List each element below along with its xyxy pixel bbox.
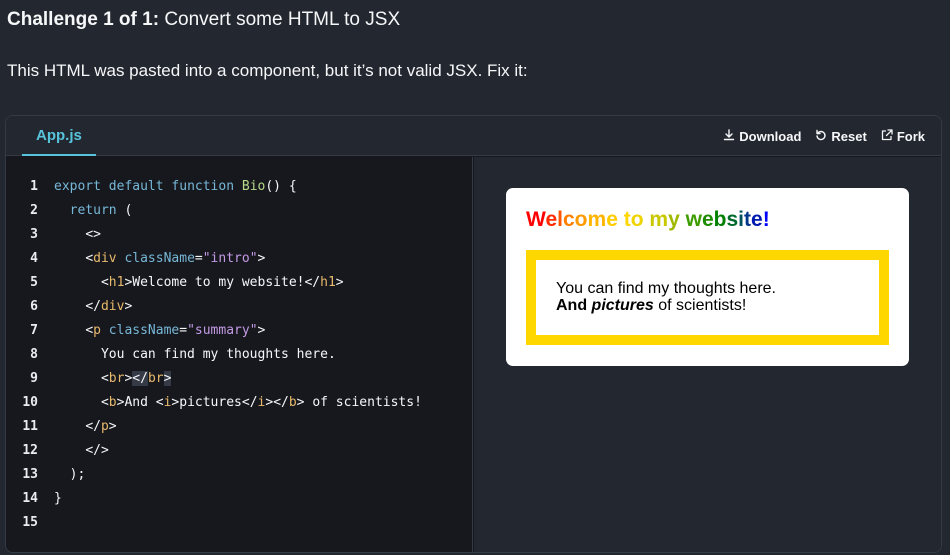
summary-and: And: [556, 297, 592, 314]
line-number: 3: [30, 226, 38, 242]
code-text: }: [54, 490, 62, 506]
reset-label: Reset: [831, 128, 867, 144]
code-line: 7 <p className="summary">: [6, 318, 472, 342]
heading-char: y: [668, 208, 680, 231]
summary-line-1: You can find my thoughts here.: [556, 280, 776, 297]
code-editor[interactable]: 1 export default function Bio() { 2 retu…: [6, 157, 473, 552]
reset-icon: [815, 129, 827, 144]
code-text: export default function Bio() {: [54, 178, 297, 194]
heading-char: b: [713, 208, 727, 231]
line-number: 4: [30, 250, 38, 266]
code-text: You can find my thoughts here.: [100, 346, 336, 362]
line-number: 2: [30, 202, 38, 218]
code-line: 3 <>: [6, 222, 472, 246]
challenge-prefix: Challenge 1 of 1:: [7, 9, 160, 30]
code-line: 11 </p>: [6, 414, 472, 438]
download-label: Download: [739, 128, 802, 144]
preview-heading: Welcome to my website!: [526, 208, 770, 232]
download-icon: [723, 128, 735, 144]
code-line: 9 <br></br>: [6, 366, 472, 390]
code-line: 1 export default function Bio() {: [6, 174, 472, 198]
line-number: 6: [30, 298, 38, 314]
fork-button[interactable]: Fork: [881, 129, 925, 144]
preview-card: Welcome to my website! You can find my t…: [506, 188, 909, 366]
reset-button[interactable]: Reset: [815, 128, 867, 144]
code-line: 14 }: [6, 486, 472, 510]
heading-char: s: [726, 208, 739, 231]
heading-char: o: [630, 208, 644, 231]
preview-pane: Welcome to my website! You can find my t…: [474, 157, 941, 552]
heading-char: t: [744, 208, 751, 231]
code-line: 10 <b>And <i>pictures</i></b> of scienti…: [6, 390, 472, 414]
line-number: 11: [22, 418, 38, 434]
code-sandbox: App.js Download Reset Fork 1 export defa…: [5, 115, 942, 553]
line-number: 8: [30, 346, 38, 362]
code-text: <p className="summary">: [85, 322, 266, 338]
sandbox-tabbar: App.js Download Reset Fork: [6, 116, 941, 156]
line-number: 10: [22, 394, 38, 410]
challenge-description: This HTML was pasted into a component, b…: [7, 61, 528, 80]
heading-char: m: [587, 208, 607, 231]
tab-app-js[interactable]: App.js: [22, 116, 96, 156]
heading-char: !: [762, 208, 770, 231]
line-number: 15: [22, 514, 38, 530]
code-text: <>: [85, 226, 101, 242]
heading-char: t: [623, 208, 631, 231]
heading-char: c: [562, 208, 575, 231]
line-number: 14: [22, 490, 38, 506]
code-line: 2 return (: [6, 198, 472, 222]
code-text: <br></br>: [100, 370, 172, 386]
line-number: 12: [22, 442, 38, 458]
code-line: 6 </div>: [6, 294, 472, 318]
code-line: 4 <div className="intro">: [6, 246, 472, 270]
heading-char: o: [574, 208, 588, 231]
code-text: <div className="intro">: [85, 250, 266, 266]
heading-char: e: [701, 208, 714, 231]
challenge-title: Challenge 1 of 1: Convert some HTML to J…: [7, 9, 400, 31]
code-line: 12 </>: [6, 438, 472, 462]
heading-char: W: [526, 208, 546, 231]
line-number: 5: [30, 274, 38, 290]
external-link-icon: [881, 128, 893, 144]
sandbox-actions: Download Reset Fork: [723, 116, 925, 156]
heading-char: m: [649, 208, 669, 231]
code-line: 8 You can find my thoughts here.: [6, 342, 472, 366]
download-button[interactable]: Download: [723, 129, 801, 144]
code-text: return (: [69, 202, 133, 218]
summary-rest: of scientists!: [653, 297, 747, 314]
code-text: </>: [85, 442, 109, 458]
summary-line-2: And pictures of scientists!: [556, 297, 859, 314]
summary-pictures: pictures: [591, 297, 654, 314]
heading-char: w: [685, 208, 702, 231]
line-number: 1: [30, 178, 38, 194]
heading-char: e: [606, 208, 618, 231]
code-line: 5 <h1>Welcome to my website!</h1>: [6, 270, 472, 294]
fork-label: Fork: [896, 128, 925, 144]
code-line: 13 );: [6, 462, 472, 486]
line-number: 9: [30, 370, 38, 386]
code-text: <b>And <i>pictures</i></b> of scientists…: [100, 394, 422, 410]
code-text: </p>: [85, 418, 117, 434]
heading-char: e: [545, 208, 558, 231]
summary-box: You can find my thoughts here. And pictu…: [526, 250, 889, 345]
line-number: 7: [30, 322, 38, 338]
heading-char: e: [751, 208, 763, 231]
code-text: </div>: [85, 298, 133, 314]
challenge-name: Convert some HTML to JSX: [164, 9, 401, 30]
code-line: 15: [6, 510, 472, 534]
code-text: );: [69, 466, 86, 482]
line-number: 13: [22, 466, 38, 482]
code-text: <h1>Welcome to my website!</h1>: [100, 274, 344, 290]
